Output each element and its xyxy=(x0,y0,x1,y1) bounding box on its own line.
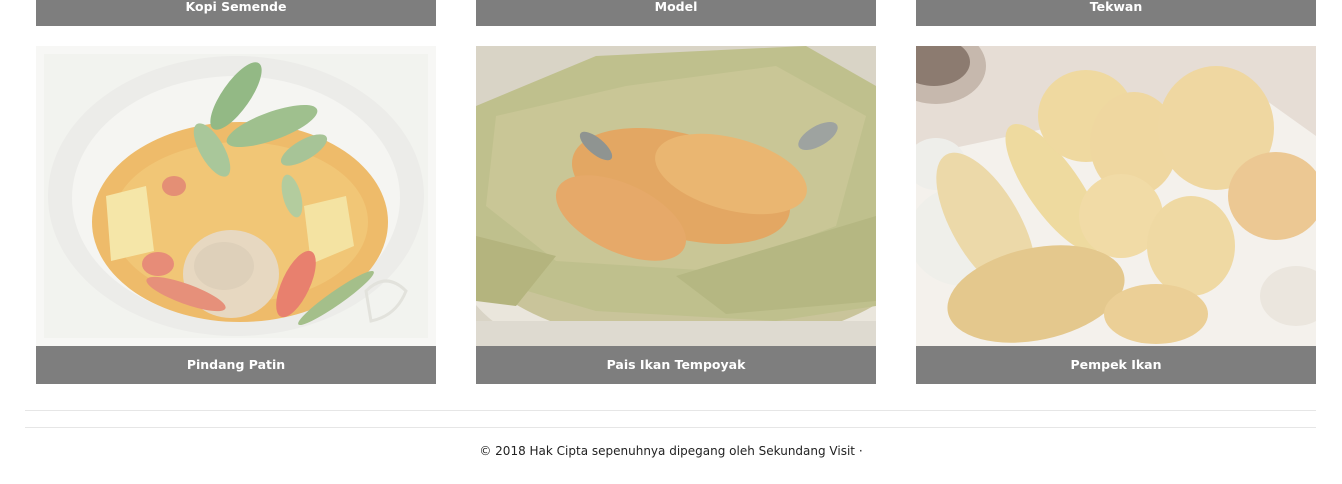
pempek-ikan-photo[interactable] xyxy=(916,46,1316,346)
pais-ikan-tempoyak-photo[interactable] xyxy=(476,46,876,346)
card-title[interactable]: Pindang Patin xyxy=(36,346,436,384)
footer-divider-top xyxy=(25,410,1316,411)
footer-copyright: © 2018 Hak Cipta sepenuhnya dipegang ole… xyxy=(479,444,863,458)
card-title[interactable]: Pais Ikan Tempoyak xyxy=(476,346,876,384)
pindang-patin-photo[interactable] xyxy=(36,46,436,346)
card-pais-ikan-tempoyak[interactable]: Pais Ikan Tempoyak xyxy=(476,46,876,384)
page: Kopi Semende Model Tekwan Pindang Patin … xyxy=(0,0,1342,484)
card-tekwan[interactable]: Tekwan xyxy=(916,0,1316,26)
footer-divider-bottom xyxy=(25,427,1316,428)
card-pindang-patin[interactable]: Pindang Patin xyxy=(36,46,436,384)
card-kopi-semende[interactable]: Kopi Semende xyxy=(36,0,436,26)
card-title[interactable]: Model xyxy=(476,0,876,26)
card-model[interactable]: Model xyxy=(476,0,876,26)
card-pempek-ikan[interactable]: Pempek Ikan xyxy=(916,46,1316,384)
card-title[interactable]: Kopi Semende xyxy=(36,0,436,26)
card-title[interactable]: Pempek Ikan xyxy=(916,346,1316,384)
card-title[interactable]: Tekwan xyxy=(916,0,1316,26)
